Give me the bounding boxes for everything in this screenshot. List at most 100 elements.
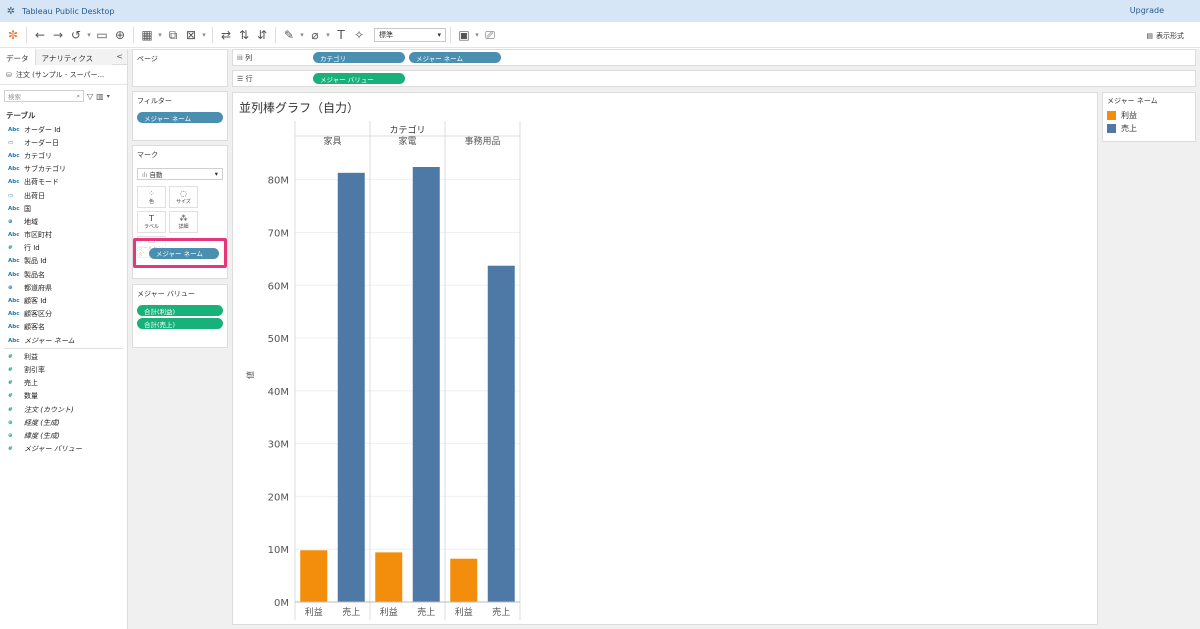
sort-descending-icon[interactable]: ⇵: [253, 22, 271, 48]
mark-button-size[interactable]: ◌ サイズ: [169, 186, 198, 208]
show-cards-dropdown-icon[interactable]: ▾: [473, 22, 481, 48]
field-item[interactable]: Abc 製品 Id: [0, 255, 127, 268]
save-icon[interactable]: ▭: [93, 22, 111, 48]
highlight-dropdown-icon[interactable]: ▾: [298, 22, 306, 48]
field-item[interactable]: Abc 顧客名: [0, 321, 127, 334]
field-item[interactable]: Abc カテゴリ: [0, 149, 127, 162]
mv-pill-profit[interactable]: 合計(利益): [137, 305, 223, 316]
field-item[interactable]: Abc 製品名: [0, 268, 127, 281]
column-header-title: カテゴリ: [389, 124, 425, 136]
search-input[interactable]: 検索 ⌕: [4, 90, 84, 102]
filter-icon[interactable]: ▽: [87, 92, 93, 101]
field-item[interactable]: Abc オーダー Id: [0, 123, 127, 136]
tableau-logo-icon[interactable]: ✼: [4, 22, 22, 48]
columns-pill-measure-names[interactable]: メジャー ネーム: [409, 52, 501, 63]
columns-pill-category[interactable]: カテゴリ: [313, 52, 405, 63]
new-worksheet-icon[interactable]: ▦: [138, 22, 156, 48]
pin-icon[interactable]: ✧: [350, 22, 368, 48]
show-me-button[interactable]: ▤ 表示形式: [1146, 31, 1184, 41]
duplicate-sheet-icon[interactable]: ⧉: [164, 22, 182, 48]
new-worksheet-dropdown-icon[interactable]: ▾: [156, 22, 164, 48]
group-icon[interactable]: ⌀: [306, 22, 324, 48]
category-label: 事務用品: [464, 135, 500, 147]
field-item[interactable]: Abc 顧客 Id: [0, 294, 127, 307]
marks-color-pill-highlight[interactable]: ⁘ メジャー ネーム: [133, 238, 227, 268]
field-item[interactable]: ⊕ 都道府県: [0, 281, 127, 294]
redo-icon[interactable]: →: [49, 22, 67, 48]
rows-shelf[interactable]: ☰ 行 メジャー バリュー: [232, 70, 1196, 87]
group-dropdown-icon[interactable]: ▾: [324, 22, 332, 48]
upgrade-link[interactable]: Upgrade: [1130, 6, 1164, 15]
collapse-pane-icon[interactable]: <: [112, 49, 127, 64]
mark-button-T[interactable]: T ラベル: [137, 211, 166, 233]
string-type-icon: Abc: [8, 179, 20, 186]
new-datasource-icon[interactable]: ⊕: [111, 22, 129, 48]
field-item[interactable]: # 売上: [0, 377, 127, 390]
marks-card-title: マーク: [137, 151, 158, 159]
rows-pill-measure-values[interactable]: メジャー バリュー: [313, 73, 405, 84]
show-cards-icon[interactable]: ▣: [455, 22, 473, 48]
field-item[interactable]: # 行 Id: [0, 242, 127, 255]
mv-pill-sales[interactable]: 合計(売上): [137, 318, 223, 329]
highlight-icon[interactable]: ✎: [280, 22, 298, 48]
sort-ascending-icon[interactable]: ⇅: [235, 22, 253, 48]
clear-sheet-icon[interactable]: ⊠: [182, 22, 200, 48]
string-type-icon: Abc: [8, 311, 20, 318]
bar-chart-icon: ılı: [142, 171, 148, 179]
replay-icon[interactable]: ↺: [67, 22, 85, 48]
field-item[interactable]: ▭ 出荷日: [0, 189, 127, 202]
y-tick-label: 10M: [268, 545, 289, 556]
datasource-icon: ⛁: [6, 70, 12, 79]
legend-item-profit[interactable]: 利益: [1103, 109, 1195, 122]
field-item[interactable]: Abc 市区町村: [0, 229, 127, 242]
field-item[interactable]: Abc サブカテゴリ: [0, 163, 127, 176]
chevron-down-icon[interactable]: ▾: [107, 93, 110, 100]
string-type-icon: Abc: [8, 324, 20, 331]
T-icon: T: [149, 214, 154, 223]
field-item[interactable]: Abc 顧客区分: [0, 308, 127, 321]
field-item[interactable]: # 利益: [0, 350, 127, 363]
columns-label: 列: [245, 53, 253, 62]
show-labels-icon[interactable]: T: [332, 22, 350, 48]
field-item[interactable]: ⊕ 緯度 (生成): [0, 429, 127, 442]
filters-card[interactable]: フィルター メジャー ネーム: [132, 91, 228, 141]
app-title: Tableau Public Desktop: [22, 6, 115, 16]
presentation-mode-icon[interactable]: ⎚: [481, 22, 499, 48]
replay-dropdown-icon[interactable]: ▾: [85, 22, 93, 48]
string-type-icon: Abc: [8, 337, 20, 344]
field-item[interactable]: # 注文 (カウント): [0, 403, 127, 416]
marks-pill-measure-names[interactable]: メジャー ネーム: [148, 247, 219, 259]
y-tick-label: 20M: [268, 492, 289, 503]
field-item[interactable]: Abc メジャー ネーム: [0, 334, 127, 347]
y-tick-label: 50M: [268, 334, 289, 345]
clear-dropdown-icon[interactable]: ▾: [200, 22, 208, 48]
pages-card[interactable]: ページ: [132, 49, 228, 87]
field-item[interactable]: # メジャー バリュー: [0, 443, 127, 456]
field-item[interactable]: Abc 国: [0, 202, 127, 215]
field-item[interactable]: ⊕ 経度 (生成): [0, 416, 127, 429]
y-tick-label: 60M: [268, 281, 289, 292]
size-icon: ◌: [180, 189, 187, 198]
filter-pill-measure-names[interactable]: メジャー ネーム: [137, 112, 223, 123]
fit-select[interactable]: 標準 ▾: [374, 27, 446, 42]
field-item[interactable]: Abc 出荷モード: [0, 176, 127, 189]
dimension-list: Abc オーダー Id ▭ オーダー日 Abc カテゴリ Abc サブカテゴリ Abc 出荷モード…: [0, 123, 127, 347]
mark-type-select[interactable]: ılı 自動 ▾: [137, 168, 223, 180]
swap-rows-columns-icon[interactable]: ⇄: [217, 22, 235, 48]
field-item[interactable]: # 数量: [0, 390, 127, 403]
string-type-icon: Abc: [8, 126, 20, 133]
tab-analytics[interactable]: アナリティクス: [35, 49, 113, 65]
legend-item-sales[interactable]: 売上: [1103, 122, 1195, 135]
tab-data[interactable]: データ: [0, 49, 36, 65]
undo-icon[interactable]: ←: [31, 22, 49, 48]
columns-shelf[interactable]: iii 列 カテゴリ メジャー ネーム: [232, 49, 1196, 66]
datasource-item[interactable]: ⛁ 注文 (サンプル - スーパー...: [0, 65, 127, 85]
mark-button-dots[interactable]: ⁘ 色: [137, 186, 166, 208]
field-item[interactable]: # 割引率: [0, 363, 127, 376]
field-item[interactable]: ▭ オーダー日: [0, 136, 127, 149]
bar-profit: [300, 550, 328, 602]
bar-profit: [375, 552, 403, 602]
field-item[interactable]: ⊕ 地域: [0, 215, 127, 228]
view-list-icon[interactable]: ▥: [96, 92, 104, 101]
mark-button-detail[interactable]: ⁂ 詳細: [169, 211, 198, 233]
